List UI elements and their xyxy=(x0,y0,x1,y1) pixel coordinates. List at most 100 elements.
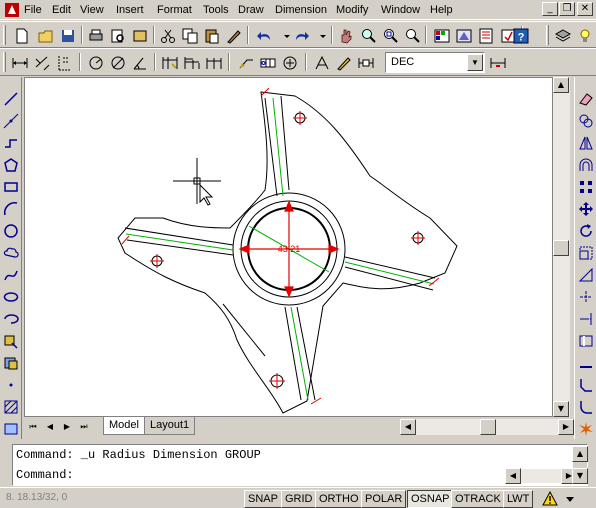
spline-icon[interactable] xyxy=(1,265,21,285)
chevron-down-icon[interactable]: ▼ xyxy=(467,54,483,71)
first-tab-icon[interactable]: ⏮ xyxy=(26,419,40,435)
copy-object-icon[interactable] xyxy=(576,111,596,131)
tolerance-icon[interactable] xyxy=(258,53,278,73)
plot-preview-icon[interactable] xyxy=(108,26,128,46)
polygon-icon[interactable] xyxy=(1,155,21,175)
minimize-button[interactable]: _ xyxy=(542,2,558,16)
menu-insert[interactable]: Insert xyxy=(116,3,144,17)
otrack-toggle[interactable]: OTRACK xyxy=(451,490,505,508)
tool-palettes-icon[interactable] xyxy=(476,26,496,46)
baseline-dimension-icon[interactable] xyxy=(182,53,202,73)
line-icon[interactable] xyxy=(1,89,21,109)
restore-button[interactable]: ❐ xyxy=(559,2,575,16)
dimension-text[interactable]: 43.21 xyxy=(278,244,301,254)
polar-toggle[interactable]: POLAR xyxy=(361,490,407,508)
menu-draw[interactable]: Draw xyxy=(238,3,264,17)
zoom-window-icon[interactable] xyxy=(380,26,400,46)
help-icon[interactable]: ? xyxy=(511,26,531,46)
mirror-icon[interactable] xyxy=(576,133,596,153)
construction-line-icon[interactable] xyxy=(1,111,21,131)
tab-layout1[interactable]: Layout1 xyxy=(144,417,196,435)
redo-icon[interactable] xyxy=(291,26,311,46)
point-icon[interactable] xyxy=(1,375,21,395)
print-icon[interactable] xyxy=(86,26,106,46)
polyline-icon[interactable] xyxy=(1,133,21,153)
save-icon[interactable] xyxy=(58,26,78,46)
toolbar-grip[interactable] xyxy=(3,52,6,72)
offset-icon[interactable] xyxy=(576,155,596,175)
rectangle-icon[interactable] xyxy=(1,177,21,197)
insert-block-icon[interactable] xyxy=(1,331,21,351)
menu-format[interactable]: Format xyxy=(157,3,192,17)
fillet-icon[interactable] xyxy=(576,397,596,417)
lwt-toggle[interactable]: LWT xyxy=(503,490,534,508)
pan-icon[interactable] xyxy=(336,26,356,46)
coordinates-display[interactable]: 8. 18.13/32, 0 xyxy=(6,492,67,503)
trim-icon[interactable] xyxy=(576,287,596,307)
zoom-previous-icon[interactable] xyxy=(402,26,422,46)
diameter-dimension-icon[interactable] xyxy=(108,53,128,73)
grid-toggle[interactable]: GRID xyxy=(281,490,317,508)
new-icon[interactable] xyxy=(12,26,32,46)
layer-state-icon[interactable] xyxy=(575,26,595,46)
ellipse-arc-icon[interactable] xyxy=(1,309,21,329)
paste-icon[interactable] xyxy=(202,26,222,46)
menu-edit[interactable]: Edit xyxy=(52,3,71,17)
scroll-up-icon[interactable]: ▲ xyxy=(572,446,588,462)
dimension-text-edit-icon[interactable] xyxy=(334,53,354,73)
ordinate-dimension-icon[interactable] xyxy=(54,53,74,73)
undo-icon[interactable] xyxy=(255,26,275,46)
toolbar-grip[interactable] xyxy=(546,25,549,45)
tab-model[interactable]: Model xyxy=(103,417,145,435)
scroll-right-icon[interactable]: ▶ xyxy=(558,419,574,435)
copy-icon[interactable] xyxy=(180,26,200,46)
match-properties-icon[interactable] xyxy=(224,26,244,46)
scale-icon[interactable] xyxy=(576,243,596,263)
dimension-style-icon[interactable] xyxy=(488,53,508,73)
communication-center-icon[interactable] xyxy=(542,491,558,507)
arc-icon[interactable] xyxy=(1,199,21,219)
command-window[interactable]: Command: _u Radius Dimension GROUP Comma… xyxy=(12,444,588,486)
properties-icon[interactable] xyxy=(432,26,452,46)
redo-dropdown-icon[interactable] xyxy=(313,26,333,46)
erase-icon[interactable] xyxy=(576,89,596,109)
scroll-down-icon[interactable]: ▼ xyxy=(572,468,588,484)
ellipse-icon[interactable] xyxy=(1,287,21,307)
last-tab-icon[interactable]: ⏭ xyxy=(77,419,91,435)
dimension-edit-icon[interactable] xyxy=(312,53,332,73)
prev-tab-icon[interactable]: ◀ xyxy=(43,419,57,435)
layers-icon[interactable] xyxy=(553,26,573,46)
circle-icon[interactable] xyxy=(1,221,21,241)
region-icon[interactable] xyxy=(1,419,21,439)
command-prompt[interactable]: Command: xyxy=(16,468,74,482)
status-menu-arrow-icon[interactable] xyxy=(566,495,574,503)
aligned-dimension-icon[interactable] xyxy=(32,53,52,73)
command-vertical-scrollbar[interactable]: ▲ ▼ xyxy=(572,446,588,484)
snap-toggle[interactable]: SNAP xyxy=(244,490,282,508)
cut-icon[interactable] xyxy=(158,26,178,46)
chamfer-icon[interactable] xyxy=(576,375,596,395)
command-scroll-track[interactable] xyxy=(521,469,561,483)
scroll-down-icon[interactable]: ▼ xyxy=(553,401,569,417)
menu-modify[interactable]: Modify xyxy=(336,3,368,17)
scroll-left-icon[interactable]: ◀ xyxy=(505,468,521,484)
open-icon[interactable] xyxy=(36,26,56,46)
radius-dimension-icon[interactable] xyxy=(86,53,106,73)
menu-file[interactable]: File xyxy=(24,3,42,17)
vertical-scrollbar[interactable]: ▲ ▼ xyxy=(553,77,570,417)
revision-cloud-icon[interactable] xyxy=(1,243,21,263)
toolbar-grip[interactable] xyxy=(3,25,6,45)
menu-dimension[interactable]: Dimension xyxy=(275,3,327,17)
drawing-canvas[interactable]: 43.21 xyxy=(24,77,553,417)
drawing-area[interactable]: 43.21 xyxy=(25,78,553,417)
join-icon[interactable] xyxy=(576,353,596,373)
scroll-up-icon[interactable]: ▲ xyxy=(553,77,569,93)
break-icon[interactable] xyxy=(576,331,596,351)
dimension-update-icon[interactable] xyxy=(356,53,376,73)
next-tab-icon[interactable]: ▶ xyxy=(60,419,74,435)
menu-tools[interactable]: Tools xyxy=(203,3,229,17)
menu-help[interactable]: Help xyxy=(430,3,453,17)
leader-icon[interactable] xyxy=(236,53,256,73)
menu-view[interactable]: View xyxy=(80,3,104,17)
angular-dimension-icon[interactable] xyxy=(130,53,150,73)
